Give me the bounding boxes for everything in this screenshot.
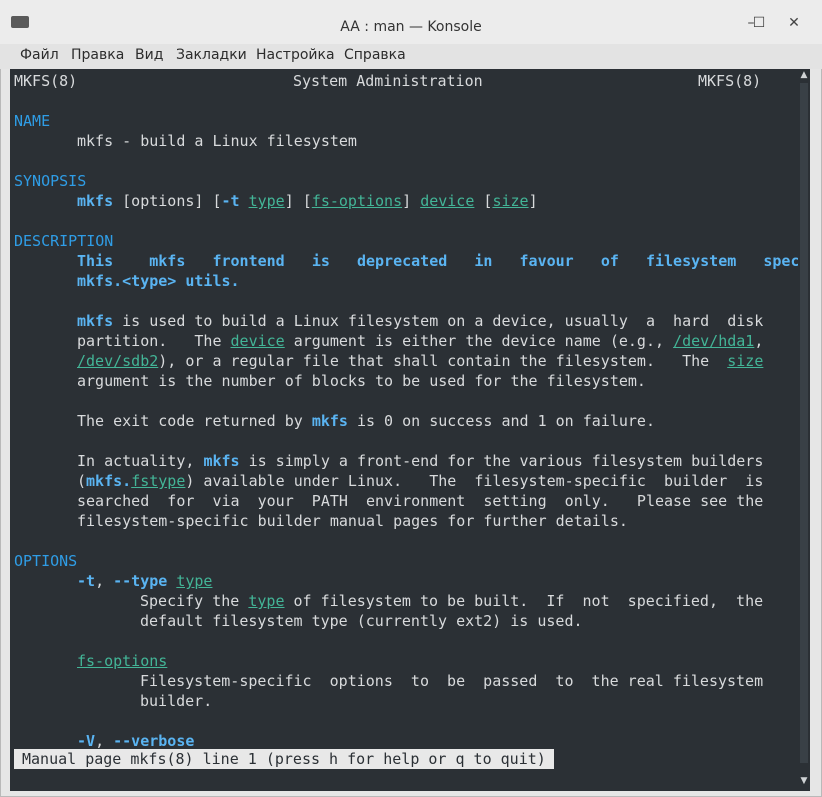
desc-p3-l4: filesystem-specific builder manual pages… bbox=[77, 512, 628, 530]
text: ] bbox=[402, 192, 421, 210]
text: of filesystem to be built. If not specif… bbox=[284, 592, 764, 610]
menu-edit[interactable]: Правка bbox=[71, 47, 124, 63]
word: This bbox=[77, 252, 114, 270]
section-name: NAME bbox=[14, 112, 51, 130]
cmd-mkfs: mkfs bbox=[86, 472, 123, 490]
menu-bar: Файл Правка Вид Закладки Настройка Справ… bbox=[0, 44, 822, 69]
text: [ bbox=[474, 192, 493, 210]
man-header-center: System Administration bbox=[293, 72, 483, 90]
text: ) available under Linux. The filesystem-… bbox=[185, 472, 764, 490]
desc-p1-l2: partition. The device argument is either… bbox=[77, 331, 763, 351]
opt-verbose: --verbose bbox=[113, 732, 195, 750]
synopsis-line: mkfs [options] [-t type] [fs-options] de… bbox=[77, 191, 538, 211]
opt-t: -t bbox=[221, 192, 240, 210]
text bbox=[167, 572, 176, 590]
arg-type[interactable]: type bbox=[249, 192, 285, 210]
scrollbar[interactable]: ▲ ▼ bbox=[798, 69, 810, 791]
cmd-mkfs: mkfs bbox=[203, 452, 240, 470]
word: favour bbox=[519, 252, 574, 270]
opt-t: -t bbox=[77, 572, 96, 590]
arg-type[interactable]: type bbox=[248, 592, 284, 610]
word: filesystem bbox=[645, 252, 737, 270]
desc-p3-l2: (mkfs.fstype) available under Linux. The… bbox=[77, 471, 763, 491]
desc-p1-l1: mkfs is used to build a Linux filesystem… bbox=[77, 311, 763, 331]
terminal-area[interactable]: MKFS(8) System Administration MKFS(8) NA… bbox=[10, 69, 810, 791]
cmd-mkfs: mkfs bbox=[77, 192, 114, 210]
deprecated-tail: mkfs.<type> utils. bbox=[77, 272, 240, 290]
desc-p1-l4: argument is the number of blocks to be u… bbox=[77, 372, 646, 390]
scroll-down-icon[interactable]: ▼ bbox=[798, 775, 810, 787]
man-header-left: MKFS(8) bbox=[14, 72, 78, 90]
arg-device[interactable]: device bbox=[231, 332, 285, 350]
text: is simply a front-end for the various fi… bbox=[239, 452, 764, 470]
pager-status-line: Manual page mkfs(8) line 1 (press h for … bbox=[14, 749, 554, 769]
menu-view[interactable]: Вид bbox=[135, 47, 163, 63]
desc-p3-l3: searched for via your PATH environment s… bbox=[77, 492, 764, 510]
text: ), or a regular file that shall contain … bbox=[158, 352, 728, 370]
word: of bbox=[600, 252, 619, 270]
text: ] bbox=[528, 192, 538, 210]
maximize-icon[interactable]: ☐ bbox=[750, 14, 768, 32]
text: Specify the bbox=[140, 592, 249, 610]
path-hda1[interactable]: /dev/hda1 bbox=[673, 332, 754, 350]
desc-p1-l3: /dev/sdb2), or a regular file that shall… bbox=[77, 351, 763, 371]
text: is used to build a Linux filesystem on a… bbox=[113, 312, 764, 330]
option-fs-desc1: Filesystem-specific options to be passed… bbox=[140, 672, 764, 690]
menu-help[interactable]: Справка bbox=[344, 47, 406, 63]
option-verbose: -V, --verbose bbox=[77, 731, 194, 751]
opt-V: -V bbox=[77, 732, 96, 750]
arg-fs-options[interactable]: fs-options bbox=[312, 192, 402, 210]
option-type: -t, --type type bbox=[77, 571, 212, 591]
text bbox=[240, 192, 249, 210]
text: argument is either the device name (e.g.… bbox=[284, 332, 674, 350]
menu-file[interactable]: Файл bbox=[20, 47, 59, 63]
desc-p2: The exit code returned by mkfs is 0 on s… bbox=[77, 411, 655, 431]
section-description: DESCRIPTION bbox=[14, 232, 114, 250]
arg-type[interactable]: type bbox=[176, 572, 212, 590]
konsole-window: AA : man — Konsole – ☐ ✕ Файл Правка Вид… bbox=[0, 0, 822, 797]
desc-p3-l1: In actuality, mkfs is simply a front-end… bbox=[77, 451, 763, 471]
section-synopsis: SYNOPSIS bbox=[14, 172, 87, 190]
cmd-mkfs: mkfs bbox=[311, 412, 348, 430]
name-text: mkfs - build a Linux filesystem bbox=[77, 132, 357, 150]
opt-type: --type bbox=[113, 572, 168, 590]
word: in bbox=[474, 252, 493, 270]
option-type-desc1: Specify the type of filesystem to be bui… bbox=[140, 591, 763, 611]
word: is bbox=[311, 252, 330, 270]
menu-bookmarks[interactable]: Закладки bbox=[176, 47, 247, 63]
menu-settings[interactable]: Настройка bbox=[256, 47, 335, 63]
scroll-up-icon[interactable]: ▲ bbox=[798, 69, 810, 81]
text: partition. The bbox=[77, 332, 231, 350]
option-fs-options[interactable]: fs-options bbox=[77, 651, 167, 671]
word: deprecated bbox=[356, 252, 448, 270]
title-bar[interactable]: AA : man — Konsole – ☐ ✕ bbox=[0, 0, 822, 44]
deprecated-line: This mkfs frontend is deprecated in favo… bbox=[77, 251, 810, 271]
man-header-right: MKFS(8) bbox=[698, 72, 762, 90]
option-fs-desc2: builder. bbox=[140, 692, 213, 710]
cmd-mkfs: mkfs bbox=[77, 312, 114, 330]
text: , bbox=[95, 732, 114, 750]
text: The exit code returned by bbox=[77, 412, 312, 430]
word: mkfs bbox=[149, 252, 186, 270]
option-type-desc2: default filesystem type (currently ext2)… bbox=[140, 612, 583, 630]
text: ] [ bbox=[284, 192, 312, 210]
arg-size[interactable]: size bbox=[492, 192, 528, 210]
word: frontend bbox=[212, 252, 285, 270]
text: In actuality, bbox=[77, 452, 204, 470]
text: , bbox=[754, 332, 764, 350]
text: is 0 on success and 1 on failure. bbox=[347, 412, 655, 430]
arg-fstype[interactable]: fstype bbox=[131, 472, 185, 490]
close-icon[interactable]: ✕ bbox=[785, 14, 803, 32]
arg-size[interactable]: size bbox=[727, 352, 763, 370]
arg-device[interactable]: device bbox=[420, 192, 474, 210]
scroll-thumb[interactable] bbox=[800, 83, 808, 763]
text: ( bbox=[77, 472, 87, 490]
text: , bbox=[95, 572, 114, 590]
section-options: OPTIONS bbox=[14, 552, 78, 570]
text: [options] [ bbox=[113, 192, 222, 210]
text: . bbox=[122, 472, 132, 490]
path-sdb2[interactable]: /dev/sdb2 bbox=[77, 352, 158, 370]
